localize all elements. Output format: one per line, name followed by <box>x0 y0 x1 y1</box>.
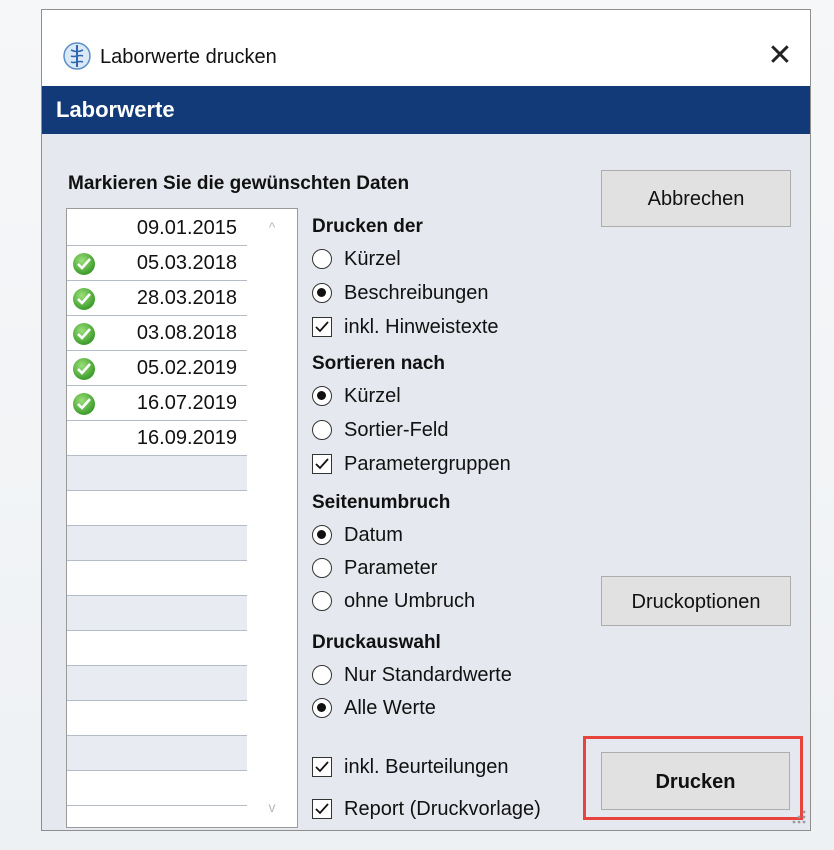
list-item[interactable]: 16.09.2019 <box>67 421 247 456</box>
print-options-button[interactable]: Druckoptionen <box>601 576 791 626</box>
checkmark-icon <box>73 393 95 415</box>
checkmark-icon <box>73 358 95 380</box>
radio-print-descriptions[interactable]: Beschreibungen <box>312 280 532 308</box>
list-item-date: 09.01.2015 <box>136 217 237 239</box>
print-lab-values-dialog: Laborwerte drucken ✕ Laborwerte Markiere… <box>41 9 811 831</box>
radio-all-values[interactable]: Alle Werte <box>312 695 532 723</box>
radio-button[interactable] <box>312 698 332 718</box>
radio-sort-field[interactable]: Sortier-Feld <box>312 417 532 445</box>
list-item-date: 16.09.2019 <box>136 427 237 449</box>
scroll-down-icon[interactable]: v <box>261 799 283 819</box>
checkbox-label: inkl. Hinweistexte <box>344 316 499 338</box>
list-item[interactable]: 05.02.2019 <box>67 351 247 386</box>
list-item-date: 03.08.2018 <box>136 322 237 344</box>
scroll-up-icon[interactable]: ^ <box>261 219 283 239</box>
checkbox-report-template[interactable]: Report (Druckvorlage) <box>312 796 587 824</box>
close-icon[interactable]: ✕ <box>760 36 800 76</box>
checkbox[interactable] <box>312 454 332 474</box>
list-item[interactable]: 05.03.2018 <box>67 246 247 281</box>
list-scrollbar[interactable]: ^ v <box>247 209 297 827</box>
empty-list-row <box>67 456 247 491</box>
radio-label: Alle Werte <box>344 697 436 719</box>
checkbox[interactable] <box>312 317 332 337</box>
list-item-date: 05.02.2019 <box>136 357 237 379</box>
print-button-highlight <box>583 736 803 820</box>
checkbox-label: Report (Druckvorlage) <box>344 798 541 820</box>
radio-label: Kürzel <box>344 248 401 270</box>
radio-label: Beschreibungen <box>344 282 489 304</box>
radio-label: Parameter <box>344 557 438 579</box>
empty-list-row <box>67 561 247 596</box>
radio-button[interactable] <box>312 386 332 406</box>
app-caduceus-icon <box>63 42 91 70</box>
empty-list-row <box>67 491 247 526</box>
checkmark-icon <box>73 288 95 310</box>
empty-list-row <box>67 736 247 771</box>
list-item-date: 28.03.2018 <box>136 287 237 309</box>
date-list[interactable]: 09.01.2015 05.03.2018 28.03.2018 03.08.2018… <box>66 208 298 828</box>
radio-button[interactable] <box>312 283 332 303</box>
radio-label: Sortier-Feld <box>344 419 449 441</box>
checkmark-icon <box>73 253 95 275</box>
checkbox-label: Parametergruppen <box>344 453 511 475</box>
radio-button[interactable] <box>312 591 332 611</box>
empty-list-row <box>67 771 247 806</box>
empty-list-row <box>67 701 247 736</box>
radio-button[interactable] <box>312 249 332 269</box>
radio-break-date[interactable]: Datum <box>312 522 532 550</box>
radio-label: Nur Standardwerte <box>344 664 512 686</box>
radio-button[interactable] <box>312 665 332 685</box>
resize-grip-icon[interactable] <box>790 808 808 826</box>
checkbox-include-assessments[interactable]: inkl. Beurteilungen <box>312 754 562 782</box>
radio-print-abbrev[interactable]: Kürzel <box>312 246 532 274</box>
empty-list-row <box>67 631 247 666</box>
window-title: Laborwerte drucken <box>100 46 277 68</box>
title-bar: Laborwerte drucken ✕ <box>42 10 810 86</box>
section-banner: Laborwerte <box>42 86 810 134</box>
sort-by-heading: Sortieren nach <box>312 353 446 374</box>
empty-list-row <box>67 526 247 561</box>
list-item-date: 16.07.2019 <box>136 392 237 414</box>
list-item[interactable]: 28.03.2018 <box>67 281 247 316</box>
checkbox-label: inkl. Beurteilungen <box>344 756 509 778</box>
checkmark-icon <box>73 323 95 345</box>
dates-heading: Markieren Sie die gewünschten Daten <box>68 173 410 194</box>
checkbox-include-notes[interactable]: inkl. Hinweistexte <box>312 314 532 342</box>
radio-button[interactable] <box>312 525 332 545</box>
radio-label: Kürzel <box>344 385 401 407</box>
radio-button[interactable] <box>312 558 332 578</box>
radio-standard-values[interactable]: Nur Standardwerte <box>312 662 562 690</box>
radio-button[interactable] <box>312 420 332 440</box>
radio-sort-abbrev[interactable]: Kürzel <box>312 383 532 411</box>
radio-break-none[interactable]: ohne Umbruch <box>312 588 532 616</box>
radio-label: Datum <box>344 524 403 546</box>
list-item[interactable]: 16.07.2019 <box>67 386 247 421</box>
empty-list-row <box>67 596 247 631</box>
list-item-date: 05.03.2018 <box>136 252 237 274</box>
list-item[interactable]: 09.01.2015 <box>67 211 247 246</box>
radio-break-parameter[interactable]: Parameter <box>312 555 532 583</box>
checkbox[interactable] <box>312 799 332 819</box>
print-of-heading: Drucken der <box>312 216 423 237</box>
checkbox-parameter-groups[interactable]: Parametergruppen <box>312 451 572 479</box>
radio-label: ohne Umbruch <box>344 590 476 612</box>
cancel-button[interactable]: Abbrechen <box>601 170 791 227</box>
page-break-heading: Seitenumbruch <box>312 492 451 513</box>
list-item[interactable]: 03.08.2018 <box>67 316 247 351</box>
empty-list-row <box>67 666 247 701</box>
checkbox[interactable] <box>312 757 332 777</box>
print-selection-heading: Druckauswahl <box>312 632 441 653</box>
